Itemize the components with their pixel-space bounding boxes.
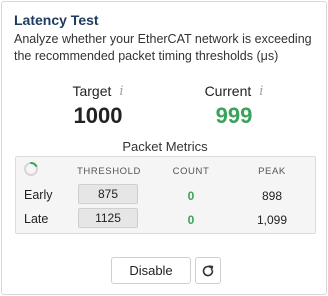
- late-threshold-field: 1125: [78, 208, 138, 228]
- current-label: Current: [204, 83, 252, 99]
- latency-test-card: Latency Test Analyze whether your EtherC…: [1, 1, 327, 295]
- packet-metrics-table: THRESHOLD COUNT PEAK Early 875 0 898 Lat…: [15, 156, 316, 234]
- current-value: 999: [215, 103, 253, 128]
- card-title: Latency Test: [14, 12, 99, 28]
- early-count: 0: [187, 189, 195, 203]
- row-label-early: Early: [24, 188, 53, 202]
- refresh-button[interactable]: [195, 257, 221, 284]
- current-stat: Current i 999: [179, 83, 289, 129]
- target-label: Target: [72, 83, 112, 99]
- target-info-icon[interactable]: i: [119, 84, 123, 99]
- disable-button[interactable]: Disable: [111, 257, 191, 284]
- refresh-icon: [202, 264, 214, 276]
- card-description: Analyze whether your EtherCAT network is…: [14, 32, 312, 63]
- column-header-peak: PEAK: [258, 166, 286, 177]
- current-info-icon[interactable]: i: [259, 84, 263, 99]
- target-stat: Target i 1000: [43, 83, 153, 129]
- loading-spinner-icon: [24, 161, 38, 176]
- row-label-late: Late: [24, 212, 49, 226]
- late-peak: 1,099: [256, 213, 288, 227]
- packet-metrics-label: Packet Metrics: [122, 139, 208, 154]
- early-peak: 898: [261, 189, 283, 203]
- late-count: 0: [187, 213, 195, 227]
- target-value: 1000: [73, 103, 123, 128]
- column-header-count: COUNT: [172, 166, 210, 177]
- early-threshold-field: 875: [78, 184, 138, 204]
- column-header-threshold: THRESHOLD: [77, 166, 141, 177]
